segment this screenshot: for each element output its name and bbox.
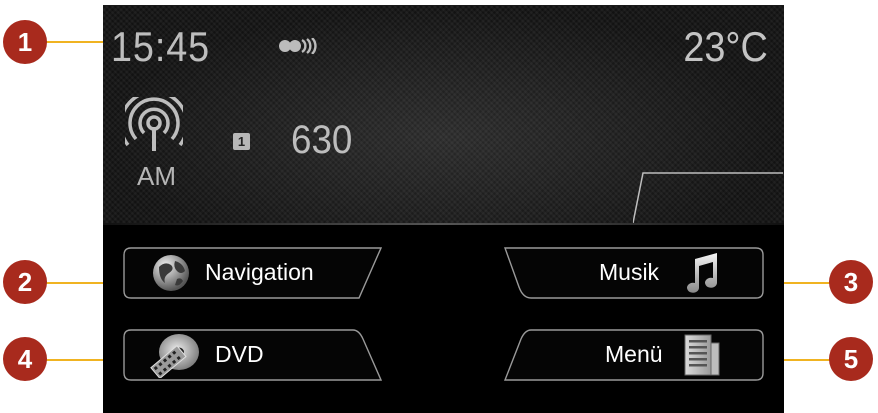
navigation-button[interactable]: Navigation: [123, 247, 385, 299]
head-unit-screen: 15:45 23°C AM 1 630 Navigation Musik DVD…: [103, 5, 784, 413]
dvd-button[interactable]: DVD: [123, 329, 385, 381]
callout-line-1: [40, 41, 112, 43]
callout-2: 2: [3, 260, 47, 304]
preset-badge: 1: [233, 133, 250, 150]
signal-dots-icon: [279, 38, 317, 54]
temperature: 23°C: [683, 23, 768, 70]
radio-frequency: 630: [291, 118, 353, 162]
status-area: 15:45 23°C AM 1 630: [103, 5, 784, 225]
level-graph: [633, 172, 783, 223]
menu-list-icon: [684, 334, 720, 376]
callout-1: 1: [3, 20, 47, 64]
callout-4: 4: [3, 337, 47, 381]
radio-band: AM: [137, 161, 176, 191]
music-note-icon: [687, 253, 717, 293]
music-label: Musik: [599, 259, 660, 285]
radio-antenna-icon: [125, 97, 183, 151]
globe-icon: [153, 255, 189, 291]
menu-button[interactable]: Menü: [501, 329, 764, 381]
clock: 15:45: [111, 23, 211, 70]
navigation-label: Navigation: [205, 259, 314, 285]
dvd-film-icon: [150, 334, 199, 378]
music-button[interactable]: Musik: [501, 247, 764, 299]
callout-3: 3: [829, 260, 873, 304]
menu-label: Menü: [605, 341, 663, 367]
callout-5: 5: [829, 337, 873, 381]
dvd-label: DVD: [215, 341, 264, 367]
